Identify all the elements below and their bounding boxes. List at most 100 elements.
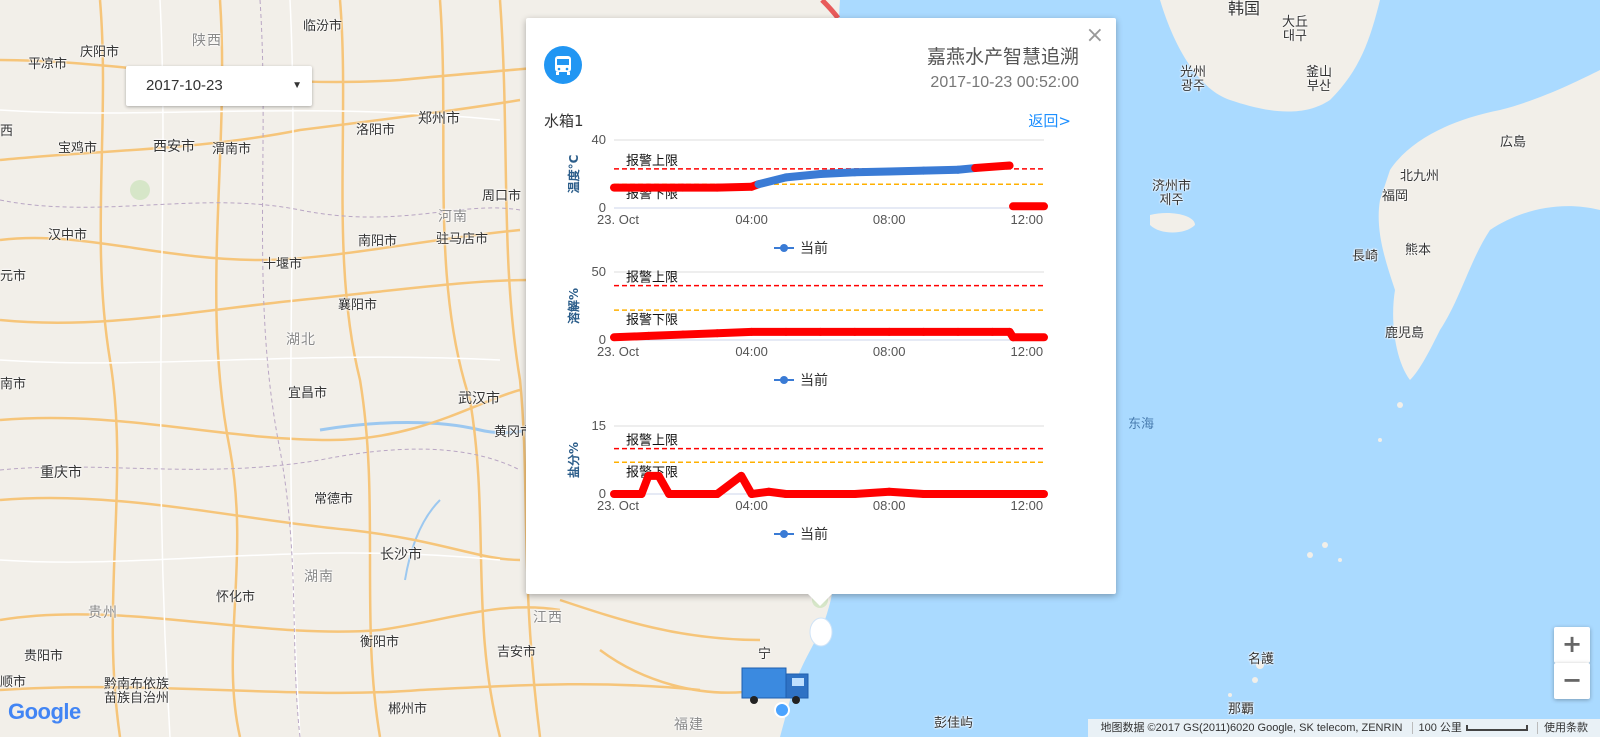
map-label-xi: 西: [0, 124, 14, 139]
map-label-zhumadian: 驻马店市: [436, 232, 489, 247]
map-label-gwangju-kr: 광주: [1181, 79, 1205, 94]
salinity-chart: 01523. Oct04:0008:0012:00盐分%报警上限报警下限当前: [544, 418, 1064, 568]
date-select-value: 2017-10-23: [146, 77, 223, 94]
x-tick-label: 23. Oct: [597, 212, 639, 227]
map-label-changsha: 长沙市: [380, 547, 422, 563]
map-label-jeju-cn: 济州市: [1152, 179, 1192, 194]
map-label-pingliang: 平凉市: [28, 57, 68, 72]
tank-label: 水箱1: [544, 112, 584, 130]
map-label-zhengzhou: 郑州市: [418, 111, 460, 127]
map-data-attribution[interactable]: 地图数据 ©2017 GS(2011)6020 Google, SK telec…: [1094, 722, 1408, 734]
map-label-linfen: 临汾市: [303, 19, 343, 34]
map-label-hengyang: 衡阳市: [360, 635, 400, 650]
x-tick-label: 12:00: [1011, 212, 1044, 227]
map-label-hanguo: 韩国: [1228, 0, 1261, 18]
map-label-kagoshima: 鹿児島: [1385, 326, 1425, 341]
google-logo[interactable]: Google: [8, 699, 81, 725]
map-label-shun: 顺市: [0, 675, 27, 690]
map-label-nagasaki: 長崎: [1352, 249, 1379, 264]
zoom-out-button[interactable]: −: [1554, 663, 1590, 699]
map-label-busan-cn: 釜山: [1306, 65, 1333, 80]
map-label-hubei: 湖北: [286, 332, 316, 348]
y-tick-label: 15: [592, 418, 606, 433]
series-segment: [850, 167, 894, 177]
map-label-busan: 釜山 부산: [1306, 66, 1332, 94]
map-label-xiangyang: 襄阳市: [338, 298, 378, 313]
lower-limit-label: 报警下限: [626, 312, 678, 328]
popup-title: 嘉燕水产智慧追溯: [926, 46, 1079, 68]
y-axis-label: 温度°C: [566, 154, 581, 193]
map-label-qiannan-line2: 苗族自治州: [104, 691, 170, 706]
scale-label: 100 公里: [1418, 722, 1462, 734]
y-axis-label: 溶解%: [566, 288, 581, 324]
zoom-in-button[interactable]: +: [1554, 627, 1590, 663]
temperature-chart: 0 40 23. Oct 04:00 08:00 12:00 温度°C 报警上限 报警下限 当前: [544, 132, 1064, 282]
terms-link[interactable]: 使用条款: [1537, 722, 1594, 734]
map-label-guiyang: 贵阳市: [24, 649, 64, 664]
map-attribution: 地图数据 ©2017 GS(2011)6020 Google, SK telec…: [1088, 719, 1600, 737]
series-segment: [713, 327, 756, 338]
map-label-weinan: 渭南市: [212, 142, 252, 157]
map-label-jian: 吉安市: [497, 645, 537, 660]
map-label-shaanxi: 陕西: [192, 33, 222, 49]
legend-marker: [780, 530, 788, 538]
x-tick-label: 23. Oct: [597, 344, 639, 359]
x-tick-label: 08:00: [873, 344, 906, 359]
map-label-chongqing: 重庆市: [40, 465, 82, 481]
series-segment: [971, 161, 1014, 173]
map-label-yuan: 元市: [0, 269, 27, 284]
marker-cluster-icon[interactable]: [806, 612, 836, 652]
popup-timestamp: 2017-10-23 00:52:00: [930, 74, 1079, 91]
location-dot-icon: [774, 702, 790, 718]
map-label-hunan: 湖南: [304, 569, 334, 585]
map-label-kitakyushu: 北九州: [1400, 169, 1440, 184]
series-segment: [782, 170, 825, 182]
map-label-hiroshima: 広島: [1500, 135, 1527, 150]
scale-bar: [1465, 725, 1528, 732]
map-label-chenzhou: 郴州市: [388, 702, 428, 717]
map-label-guizhou: 贵州: [88, 605, 118, 621]
y-tick-label: 50: [592, 264, 606, 279]
map-label-huaihua: 怀化市: [216, 590, 256, 605]
map-label-gwangju: 光州 광주: [1180, 66, 1206, 94]
upper-limit-label: 报警上限: [626, 153, 678, 169]
temperature-chart-svg: 04023. Oct 04:00 08:00 12:00温度°C 报警上限报警下限当前: [566, 132, 1048, 257]
map-label-wuhan: 武汉市: [458, 391, 500, 407]
upper-limit-label: 报警上限: [626, 270, 678, 286]
map-label-qiannan: 黔南布依族 苗族自治州: [104, 678, 169, 706]
map-label-jeju: 济州市 제주: [1152, 180, 1191, 208]
x-tick-label: 23. Oct: [597, 498, 639, 513]
x-tick-label: 04:00: [735, 344, 768, 359]
map-label-kumamoto: 熊本: [1405, 243, 1432, 258]
x-tick-label: 08:00: [873, 212, 906, 227]
x-tick-label: 12:00: [1011, 498, 1044, 513]
salinity-chart-svg: 01523. Oct04:0008:0012:00盐分%报警上限报警下限当前: [566, 418, 1048, 543]
close-button[interactable]: ×: [1086, 24, 1104, 48]
map-label-changde: 常德市: [314, 492, 354, 507]
x-tick-label: 04:00: [735, 212, 768, 227]
legend-marker: [780, 244, 788, 252]
map-label-zhoukou: 周口市: [482, 189, 522, 204]
date-select[interactable]: 2017-10-23 ▼: [126, 66, 312, 106]
map-label-baoji: 宝鸡市: [58, 141, 98, 156]
map-label-naha: 那覇: [1228, 702, 1255, 717]
google-logo-text: Google: [8, 699, 81, 724]
map-label-fukuoka: 福岡: [1382, 189, 1409, 204]
map-label-donghai: 东海: [1128, 417, 1155, 432]
map-label-busan-kr: 부산: [1307, 79, 1331, 94]
map-label-daegu: 大丘 대구: [1282, 16, 1308, 44]
map-label-yichang: 宜昌市: [288, 386, 328, 401]
chevron-down-icon: ▼: [292, 80, 302, 91]
map-label-nanyang: 南阳市: [358, 234, 398, 249]
series-segment: [885, 166, 928, 176]
upper-limit-label: 报警上限: [626, 433, 678, 449]
series-segment: [816, 168, 859, 178]
x-tick-label: 12:00: [1011, 344, 1044, 359]
series-segment: [919, 165, 962, 175]
map-label-daegu-kr: 대구: [1283, 29, 1307, 44]
back-link[interactable]: 返回>: [1028, 110, 1071, 131]
series-segment: [850, 487, 894, 498]
series-segment: [885, 487, 928, 498]
scale-control[interactable]: 100 公里: [1411, 722, 1534, 734]
series-segment: [754, 173, 790, 189]
